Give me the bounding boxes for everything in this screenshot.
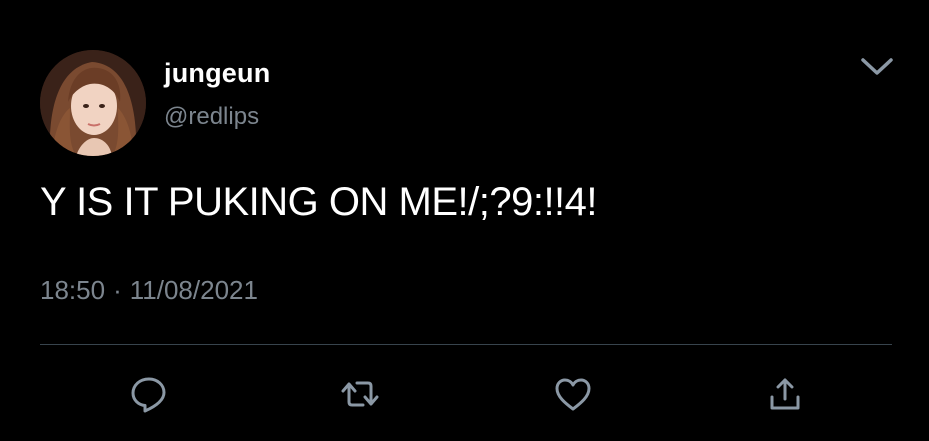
reply-button[interactable]	[127, 372, 171, 416]
retweet-icon	[341, 381, 379, 407]
tweet-card: jungeun @redlips Y IS IT PUKING ON ME!/;…	[0, 0, 929, 441]
author-display-name[interactable]: jungeun	[164, 58, 270, 89]
avatar[interactable]	[40, 50, 146, 156]
heart-icon	[555, 378, 591, 411]
like-button[interactable]	[551, 372, 595, 416]
tweet-time: 18:50	[40, 275, 106, 305]
meta-separator: ·	[113, 275, 122, 305]
tweet-text: Y IS IT PUKING ON ME!/;?9:!!4!	[40, 180, 598, 224]
share-button[interactable]	[763, 372, 807, 416]
divider	[40, 344, 892, 345]
chevron-down-icon	[861, 58, 893, 75]
more-options-button[interactable]	[857, 52, 897, 82]
reply-icon	[131, 377, 166, 413]
avatar-photo	[40, 50, 146, 156]
tweet-date: 11/08/2021	[129, 275, 258, 305]
tweet-timestamp[interactable]: 18:50 · 11/08/2021	[40, 275, 258, 306]
share-icon	[770, 378, 800, 410]
retweet-button[interactable]	[338, 372, 382, 416]
author-handle[interactable]: @redlips	[164, 103, 259, 131]
